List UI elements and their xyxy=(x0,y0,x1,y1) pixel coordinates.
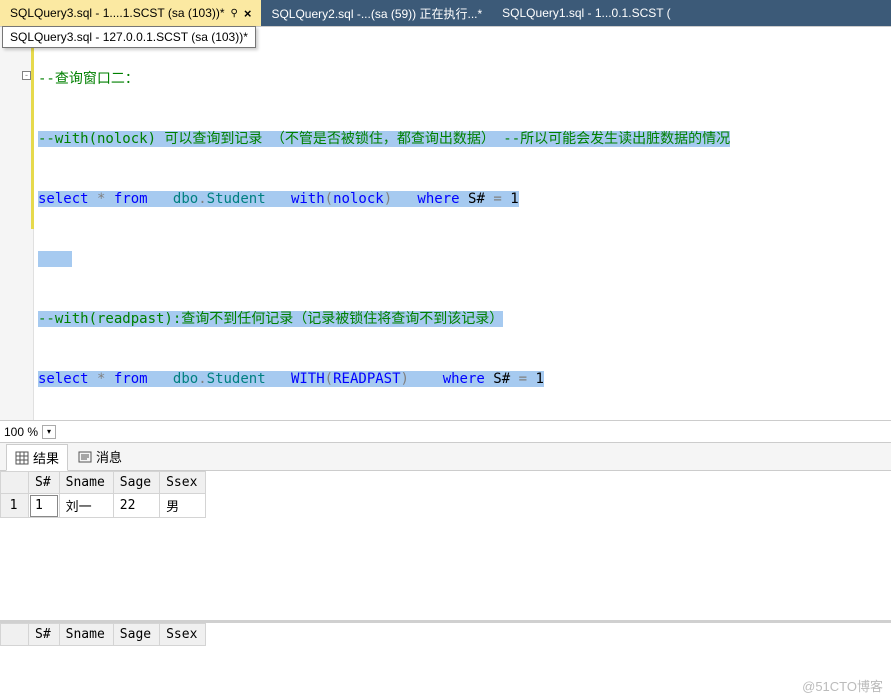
table-header-row: S# Sname Sage Ssex xyxy=(1,472,206,494)
tab-sqlquery2[interactable]: SQLQuery2.sql -...(sa (59)) 正在执行...* xyxy=(261,0,492,26)
table-header-row: S# Sname Sage Ssex xyxy=(1,624,206,646)
code-comment: --with(readpast):查询不到任何记录（记录被锁住将查询不到该记录） xyxy=(38,311,503,327)
results-tab-results[interactable]: 结果 xyxy=(6,444,68,471)
table-corner[interactable] xyxy=(1,472,29,494)
tab-tooltip: SQLQuery3.sql - 127.0.0.1.SCST (sa (103)… xyxy=(2,26,256,48)
tab-sqlquery3[interactable]: SQLQuery3.sql - 1....1.SCST (sa (103))* … xyxy=(0,0,261,26)
col-header[interactable]: S# xyxy=(29,472,60,494)
watermark: @51CTO博客 xyxy=(802,676,883,695)
cell[interactable]: 22 xyxy=(113,494,159,518)
col-header[interactable]: Ssex xyxy=(160,472,206,494)
col-header[interactable]: Ssex xyxy=(160,624,206,646)
tab-sqlquery1[interactable]: SQLQuery1.sql - 1...0.1.SCST ( xyxy=(492,0,681,26)
table-row[interactable]: 1 1 刘一 22 男 xyxy=(1,494,206,518)
results-grid-2: S# Sname Sage Ssex xyxy=(0,620,891,676)
zoom-bar: 100 % ▾ xyxy=(0,420,891,442)
cell[interactable]: 刘一 xyxy=(59,494,113,518)
cell[interactable]: 男 xyxy=(160,494,206,518)
messages-icon xyxy=(78,450,92,464)
document-tab-bar: SQLQuery3.sql - 1....1.SCST (sa (103))* … xyxy=(0,0,891,26)
sql-editor[interactable]: - - --查询窗口二： --with(nolock) 可以查询到记录 （不管是… xyxy=(0,26,891,420)
outline-collapse-icon[interactable]: - xyxy=(22,71,31,80)
col-header[interactable]: Sname xyxy=(59,472,113,494)
results-tab-label: 消息 xyxy=(96,447,122,466)
row-number[interactable]: 1 xyxy=(1,494,29,518)
col-header[interactable]: Sname xyxy=(59,624,113,646)
tab-label: SQLQuery2.sql -...(sa (59)) 正在执行...* xyxy=(271,5,482,22)
results-tab-messages[interactable]: 消息 xyxy=(70,444,130,469)
tab-label: SQLQuery3.sql - 1....1.SCST (sa (103))* xyxy=(10,6,225,20)
close-icon[interactable]: × xyxy=(244,6,252,21)
editor-gutter: - - xyxy=(0,27,34,420)
col-header[interactable]: Sage xyxy=(113,624,159,646)
code-comment: --with(nolock) 可以查询到记录 （不管是否被锁住，都查询出数据） … xyxy=(38,131,730,147)
results-tab-bar: 结果 消息 xyxy=(0,442,891,470)
col-header[interactable]: Sage xyxy=(113,472,159,494)
table-corner[interactable] xyxy=(1,624,29,646)
zoom-dropdown[interactable]: ▾ xyxy=(42,425,56,439)
results-tab-label: 结果 xyxy=(33,448,59,467)
pin-icon[interactable]: ⚲ xyxy=(231,8,238,19)
code-comment: --查询窗口二： xyxy=(38,71,139,87)
cell[interactable]: 1 xyxy=(29,494,60,518)
col-header[interactable]: S# xyxy=(29,624,60,646)
zoom-level: 100 % xyxy=(4,425,38,439)
code-content[interactable]: --查询窗口二： --with(nolock) 可以查询到记录 （不管是否被锁住… xyxy=(34,27,891,420)
results-grid-1: S# Sname Sage Ssex 1 1 刘一 22 男 xyxy=(0,470,891,620)
tab-label: SQLQuery1.sql - 1...0.1.SCST ( xyxy=(502,6,671,20)
result-table[interactable]: S# Sname Sage Ssex 1 1 刘一 22 男 xyxy=(0,471,206,518)
result-table[interactable]: S# Sname Sage Ssex xyxy=(0,623,206,646)
grid-icon xyxy=(15,451,29,465)
